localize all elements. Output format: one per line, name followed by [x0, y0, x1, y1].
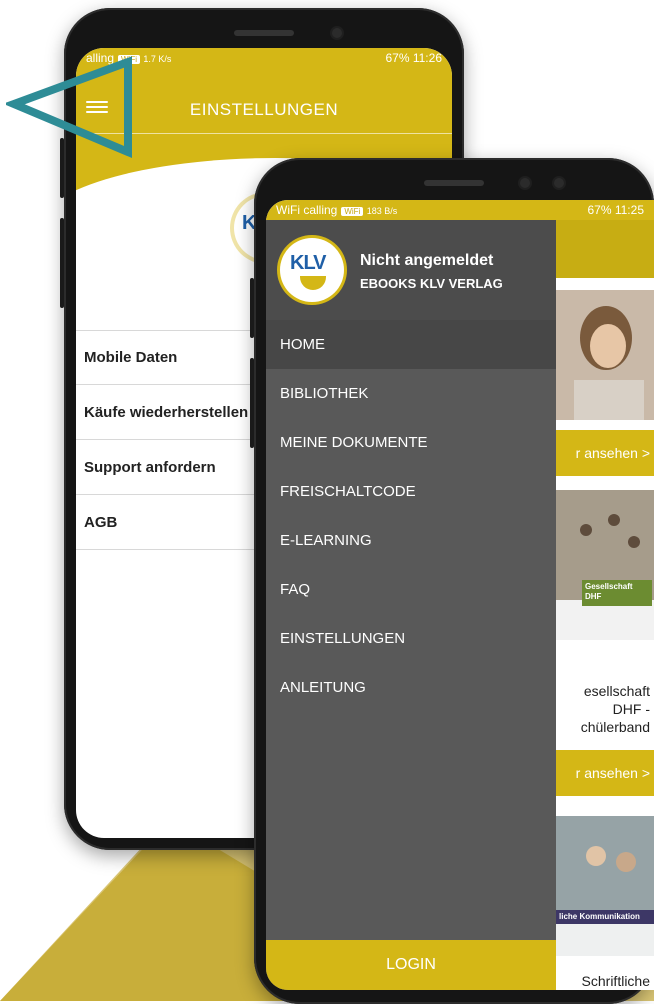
login-button[interactable]: LOGIN	[266, 940, 556, 990]
settings-item-label: Käufe wiederherstellen	[84, 403, 249, 421]
drawer-item-home[interactable]: HOME	[266, 320, 556, 369]
status-time: 67% 11:25	[587, 203, 645, 217]
drawer-item-e-learning[interactable]: E-LEARNING	[266, 516, 556, 565]
view-book-button[interactable]: r ansehen >	[556, 430, 654, 476]
logo-swoosh-icon	[300, 276, 326, 290]
settings-item-label: Mobile Daten	[84, 349, 178, 366]
drawer-item-freischaltcode[interactable]: FREISCHALTCODE	[266, 467, 556, 516]
book-category-tag: liche Kommunikation	[556, 910, 654, 924]
volume-button	[250, 278, 254, 338]
book-title[interactable]: esellschaft DHF - chülerband	[556, 682, 654, 736]
wifi-calling-badge: WiFi	[341, 207, 364, 216]
navigation-drawer: KLV Nicht angemeldet EBOOKS KLV VERLAG H…	[266, 220, 556, 990]
main-content: r ansehen > Gesellschaft DHF esellschaft…	[556, 220, 654, 990]
content-header	[556, 220, 654, 278]
drawer-item-faq[interactable]: FAQ	[266, 565, 556, 614]
drawer-item-meine-dokumente[interactable]: MEINE DOKUMENTE	[266, 418, 556, 467]
book-title[interactable]: Schriftliche	[556, 972, 654, 990]
status-speed: 1.7 K/s	[143, 54, 172, 64]
drawer-item-label: FREISCHALTCODE	[280, 483, 416, 500]
user-subtitle: EBOOKS KLV VERLAG	[360, 276, 503, 291]
front-phone: WiFi calling WiFi 183 B/s 67% 11:25 r ans…	[250, 158, 654, 1004]
drawer-item-label: MEINE DOKUMENTE	[280, 434, 428, 451]
drawer-item-label: HOME	[280, 336, 325, 353]
book-category-tag: Gesellschaft DHF	[582, 580, 652, 606]
drawer-item-label: BIBLIOTHEK	[280, 385, 369, 402]
logo-text: KLV	[290, 252, 327, 274]
drawer-menu: HOME BIBLIOTHEK MEINE DOKUMENTE FREISCHA…	[266, 320, 556, 712]
sensor-icon	[554, 178, 564, 188]
front-camera	[332, 28, 342, 38]
view-book-label: r ansehen >	[575, 445, 650, 461]
drawer-item-bibliothek[interactable]: BIBLIOTHEK	[266, 369, 556, 418]
speaker	[234, 30, 294, 36]
bixby-button	[250, 358, 254, 448]
drawer-item-anleitung[interactable]: ANLEITUNG	[266, 663, 556, 712]
status-bar: WiFi calling WiFi 183 B/s 67% 11:25	[266, 200, 654, 220]
office-photo-icon	[556, 816, 654, 956]
person-photo-icon	[556, 290, 654, 420]
drawer-item-label: E-LEARNING	[280, 532, 372, 549]
view-book-button[interactable]: r ansehen >	[556, 750, 654, 796]
book-cover-image	[556, 290, 654, 420]
status-carrier: WiFi calling	[276, 203, 338, 217]
app-logo: KLV	[280, 238, 344, 302]
status-time: 67% 11:26	[385, 51, 443, 65]
triangle-arrow-icon	[6, 56, 132, 159]
book-cover-image	[556, 816, 654, 956]
settings-item-label: Support anfordern	[84, 458, 216, 476]
book-cover-image	[556, 490, 654, 640]
view-book-label: r ansehen >	[575, 765, 650, 781]
login-label: LOGIN	[386, 956, 436, 973]
drawer-item-label: EINSTELLUNGEN	[280, 630, 406, 647]
drawer-item-label: ANLEITUNG	[280, 679, 366, 696]
user-name: Nicht angemeldet	[360, 252, 494, 269]
drawer-item-label: FAQ	[280, 581, 311, 598]
crowd-photo-icon	[556, 490, 654, 640]
bixby-button	[60, 218, 64, 308]
drawer-header: KLV Nicht angemeldet EBOOKS KLV VERLAG	[266, 220, 556, 320]
drawer-screen: WiFi calling WiFi 183 B/s 67% 11:25 r ans…	[266, 200, 654, 990]
speaker	[424, 180, 484, 186]
status-speed: 183 B/s	[366, 206, 398, 216]
drawer-item-einstellungen[interactable]: EINSTELLUNGEN	[266, 614, 556, 663]
front-camera	[520, 178, 530, 188]
settings-item-label: AGB	[84, 513, 118, 531]
